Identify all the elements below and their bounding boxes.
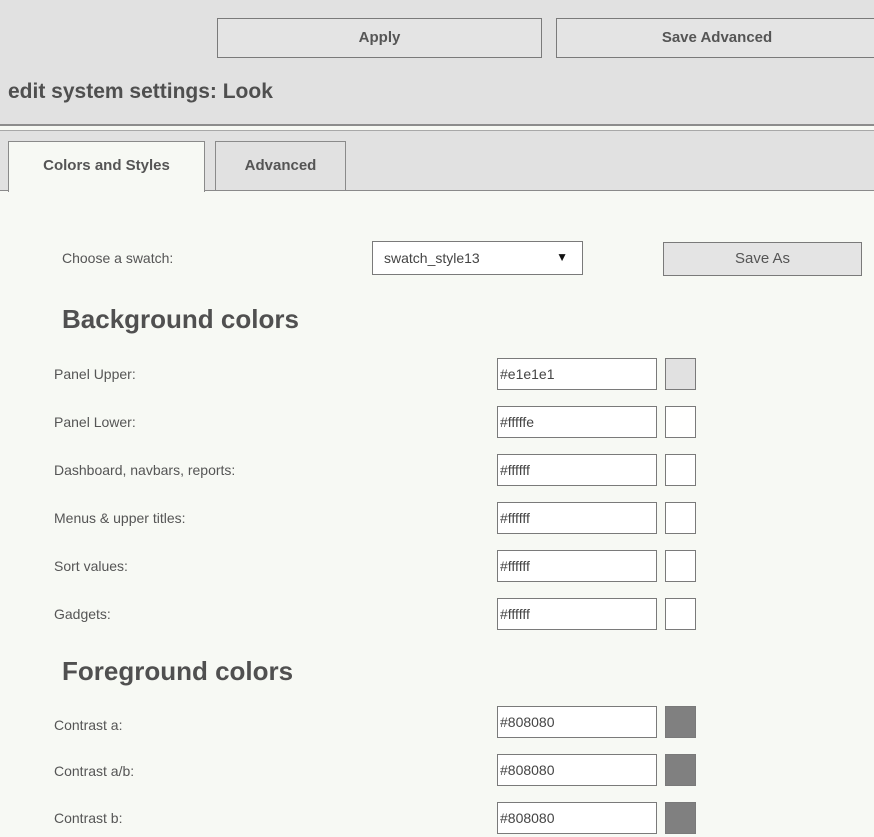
gadgets-color-swatch[interactable]	[665, 598, 696, 630]
panel-upper-label: Panel Upper:	[54, 366, 136, 382]
sort-values-color-input[interactable]	[497, 550, 657, 582]
swatch-select[interactable]: swatch_style13 ▼	[372, 241, 583, 275]
panel-upper-color-swatch[interactable]	[665, 358, 696, 390]
background-colors-heading: Background colors	[62, 304, 299, 334]
menus-upper-titles-color-input[interactable]	[497, 502, 657, 534]
panel-lower-color-swatch[interactable]	[665, 406, 696, 438]
contrast-a-label: Contrast a:	[54, 717, 123, 733]
swatch-label: Choose a swatch:	[62, 250, 174, 266]
page-title: edit system settings: Look	[8, 80, 273, 103]
save-as-button[interactable]: Save As	[663, 242, 862, 276]
dropdown-arrow-icon: ▼	[556, 250, 568, 264]
sort-values-color-swatch[interactable]	[665, 550, 696, 582]
menus-upper-titles-label: Menus & upper titles:	[54, 510, 186, 526]
contrast-b-color-input[interactable]	[497, 802, 657, 834]
menus-upper-titles-color-swatch[interactable]	[665, 502, 696, 534]
dashboard-navbars-reports-color-swatch[interactable]	[665, 454, 696, 486]
panel-lower-color-input[interactable]	[497, 406, 657, 438]
tab-colors-and-styles[interactable]: Colors and Styles	[8, 141, 205, 192]
tab-advanced[interactable]: Advanced	[215, 141, 346, 190]
contrast-a-b-color-input[interactable]	[497, 754, 657, 786]
dashboard-navbars-reports-color-input[interactable]	[497, 454, 657, 486]
apply-button[interactable]: Apply	[217, 18, 542, 58]
contrast-b-label: Contrast b:	[54, 810, 123, 826]
save-advanced-button[interactable]: Save Advanced	[556, 18, 874, 58]
contrast-a-b-color-swatch[interactable]	[665, 754, 696, 786]
sort-values-label: Sort values:	[54, 558, 128, 574]
contrast-b-color-swatch[interactable]	[665, 802, 696, 834]
contrast-a-color-swatch[interactable]	[665, 706, 696, 738]
foreground-colors-heading: Foreground colors	[62, 656, 294, 686]
panel-upper-color-input[interactable]	[497, 358, 657, 390]
divider	[0, 124, 874, 126]
contrast-a-b-label: Contrast a/b:	[54, 763, 135, 779]
swatch-select-value: swatch_style13	[384, 250, 480, 266]
gadgets-color-input[interactable]	[497, 598, 657, 630]
contrast-a-color-input[interactable]	[497, 706, 657, 738]
tab-bar: Colors and Styles Advanced	[0, 131, 874, 192]
gadgets-label: Gadgets:	[54, 606, 111, 622]
panel-lower-label: Panel Lower:	[54, 414, 136, 430]
dashboard-navbars-reports-label: Dashboard, navbars, reports:	[54, 462, 236, 478]
panel-upper: Apply Save Advanced edit system settings…	[0, 0, 874, 124]
